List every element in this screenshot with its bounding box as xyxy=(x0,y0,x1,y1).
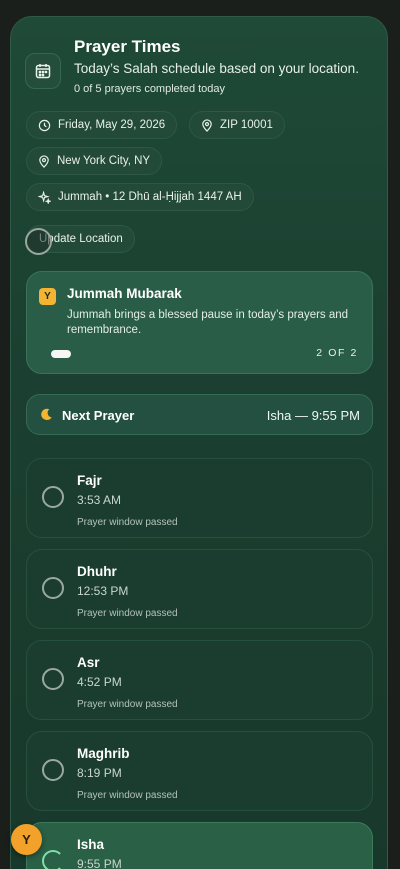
prayer-times-card: Prayer Times Today’s Salah schedule base… xyxy=(10,16,388,869)
prayer-status: Prayer window passed xyxy=(77,699,178,710)
date-chip: Friday, May 29, 2026 xyxy=(26,111,178,139)
completion-toggle[interactable] xyxy=(42,486,64,508)
banner-title: Jummah Mubarak xyxy=(67,286,182,301)
prayer-status: Prayer window passed xyxy=(77,790,178,801)
floating-user-badge[interactable]: Y xyxy=(11,824,42,855)
completion-toggle[interactable] xyxy=(42,850,64,869)
prayer-time: 12:53 PM xyxy=(77,584,129,598)
prayer-name: Dhuhr xyxy=(77,564,117,579)
prayer-card-maghrib[interactable]: Maghrib 8:19 PM Prayer window passed xyxy=(26,731,373,811)
next-prayer-value: Isha — 9:55 PM xyxy=(266,408,360,423)
banner-text: Jummah brings a blessed pause in today’s… xyxy=(67,309,349,336)
calendar-icon xyxy=(25,53,61,89)
completion-toggle[interactable] xyxy=(42,577,64,599)
zip-chip: ZIP 10001 xyxy=(189,111,285,139)
location-pin-icon xyxy=(39,154,49,168)
prayer-name: Fajr xyxy=(77,473,102,488)
zip-text: ZIP 10001 xyxy=(220,119,273,131)
location-pin-icon xyxy=(202,118,212,132)
completion-progress: 0 of 5 prayers completed today xyxy=(74,83,226,95)
hijri-text: Jummah • 12 Dhū al-Ḥijjah 1447 AH xyxy=(58,191,242,203)
prayer-time: 9:55 PM xyxy=(77,857,122,869)
prayer-card-isha[interactable]: Isha 9:55 PM xyxy=(26,822,373,869)
next-prayer-label: Next Prayer xyxy=(62,408,135,423)
completion-toggle[interactable] xyxy=(42,668,64,690)
city-chip: New York City, NY xyxy=(26,147,163,175)
prayer-status: Prayer window passed xyxy=(77,608,178,619)
prayer-name: Maghrib xyxy=(77,746,130,761)
completion-toggle[interactable] xyxy=(42,759,64,781)
loading-spinner-icon xyxy=(25,228,52,255)
city-text: New York City, NY xyxy=(57,155,151,167)
date-text: Friday, May 29, 2026 xyxy=(58,119,166,131)
page-subtitle: Today’s Salah schedule based on your loc… xyxy=(74,61,359,76)
crescent-moon-icon xyxy=(41,408,52,421)
prayer-name: Asr xyxy=(77,655,100,670)
jummah-badge: Y xyxy=(39,288,56,305)
prayer-card-fajr[interactable]: Fajr 3:53 AM Prayer window passed xyxy=(26,458,373,538)
next-prayer-bar: Next Prayer Isha — 9:55 PM xyxy=(26,394,373,435)
prayer-time: 4:52 PM xyxy=(77,675,122,689)
prayer-status: Prayer window passed xyxy=(77,517,178,528)
jummah-banner: Y Jummah Mubarak Jummah brings a blessed… xyxy=(26,271,373,374)
prayer-card-asr[interactable]: Asr 4:52 PM Prayer window passed xyxy=(26,640,373,720)
prayer-card-dhuhr[interactable]: Dhuhr 12:53 PM Prayer window passed xyxy=(26,549,373,629)
hijri-chip: Jummah • 12 Dhū al-Ḥijjah 1447 AH xyxy=(26,183,254,211)
page-title: Prayer Times xyxy=(74,37,181,56)
prayer-time: 3:53 AM xyxy=(77,493,122,507)
prayer-name: Isha xyxy=(77,837,105,852)
prayer-time: 8:19 PM xyxy=(77,766,122,780)
carousel-pager: 2 OF 2 xyxy=(316,347,358,359)
sparkle-icon xyxy=(38,190,51,204)
carousel-indicator[interactable] xyxy=(51,350,71,358)
clock-icon xyxy=(38,119,51,131)
